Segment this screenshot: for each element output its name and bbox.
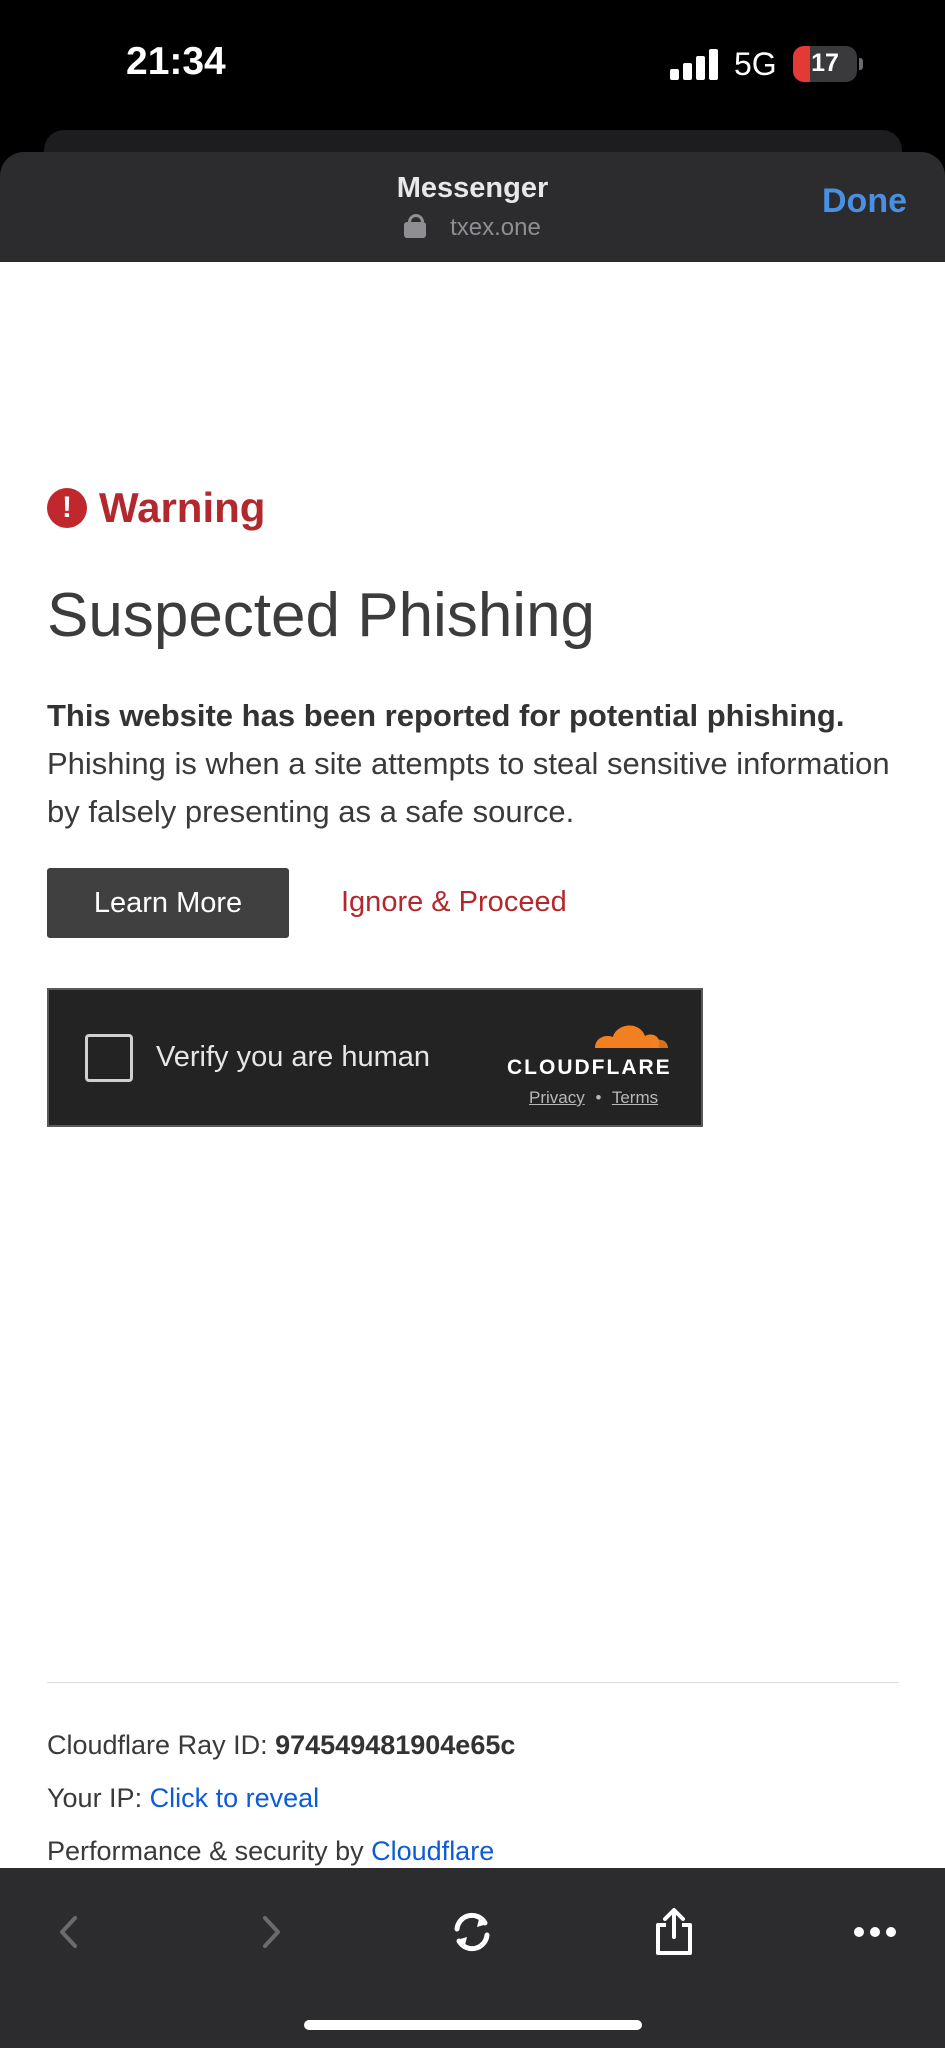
network-type: 5G xyxy=(734,46,777,82)
learn-more-button[interactable]: Learn More xyxy=(47,868,289,938)
ip-label: Your IP: xyxy=(47,1783,143,1813)
share-button[interactable] xyxy=(644,1902,704,1962)
battery-percent: 17 xyxy=(811,49,839,77)
cloudflare-logo-text: CLOUDFLARE xyxy=(507,1056,672,1079)
turnstile-links: Privacy • Terms xyxy=(529,1088,658,1108)
cloudflare-cloud-icon xyxy=(595,1025,668,1048)
warning-label-row: ! Warning xyxy=(47,484,265,532)
warning-bold-text: This website has been reported for poten… xyxy=(47,698,845,733)
ignore-proceed-link[interactable]: Ignore & Proceed xyxy=(341,886,567,919)
chevron-right-icon xyxy=(263,1916,280,1948)
warning-label: Warning xyxy=(99,484,266,531)
more-icon xyxy=(854,1927,896,1937)
ray-id-label: Cloudflare Ray ID: xyxy=(47,1730,268,1760)
battery-icon: 17 xyxy=(793,46,857,82)
links-separator: • xyxy=(595,1088,602,1107)
ray-id-value: 974549481904e65c xyxy=(275,1730,516,1760)
performance-label: Performance & security by xyxy=(47,1836,364,1866)
home-indicator xyxy=(304,2020,642,2030)
verify-checkbox[interactable] xyxy=(85,1034,133,1082)
header-url: txex.one xyxy=(0,214,945,242)
chevron-left-icon xyxy=(60,1916,77,1948)
forward-button[interactable] xyxy=(242,1902,302,1962)
web-content: ! Warning Suspected Phishing This websit… xyxy=(0,262,945,1868)
privacy-link[interactable]: Privacy xyxy=(529,1088,585,1107)
warning-body-text: Phishing is when a site attempts to stea… xyxy=(47,746,890,829)
ip-line: Your IP: Click to reveal xyxy=(47,1783,319,1814)
warning-description: This website has been reported for poten… xyxy=(47,692,917,836)
share-icon xyxy=(656,1908,692,1955)
page-title: Suspected Phishing xyxy=(47,581,596,650)
url-text: txex.one xyxy=(450,214,541,241)
header-title: Messenger xyxy=(396,172,549,204)
back-button[interactable] xyxy=(38,1902,98,1962)
footer-divider xyxy=(47,1682,899,1683)
performance-line: Performance & security by Cloudflare xyxy=(47,1836,494,1867)
alert-icon: ! xyxy=(47,488,87,528)
status-time: 21:34 xyxy=(126,40,226,83)
terms-link[interactable]: Terms xyxy=(612,1088,658,1107)
reveal-ip-link[interactable]: Click to reveal xyxy=(150,1783,320,1813)
status-bar: 21:34 5G 17 xyxy=(0,0,945,130)
reload-button[interactable] xyxy=(442,1902,502,1962)
more-button[interactable] xyxy=(845,1902,905,1962)
cloudflare-link[interactable]: Cloudflare xyxy=(371,1836,494,1866)
cloudflare-turnstile-widget: Verify you are human CLOUDFLARE Privacy … xyxy=(47,988,703,1127)
browser-header: Messenger txex.one Done xyxy=(0,152,945,262)
reload-icon xyxy=(454,1912,490,1952)
lock-icon xyxy=(404,214,427,238)
verify-label: Verify you are human xyxy=(156,1041,431,1073)
signal-icon xyxy=(670,48,720,80)
ray-id-line: Cloudflare Ray ID: 974549481904e65c xyxy=(47,1730,515,1761)
done-button[interactable]: Done xyxy=(822,182,907,221)
